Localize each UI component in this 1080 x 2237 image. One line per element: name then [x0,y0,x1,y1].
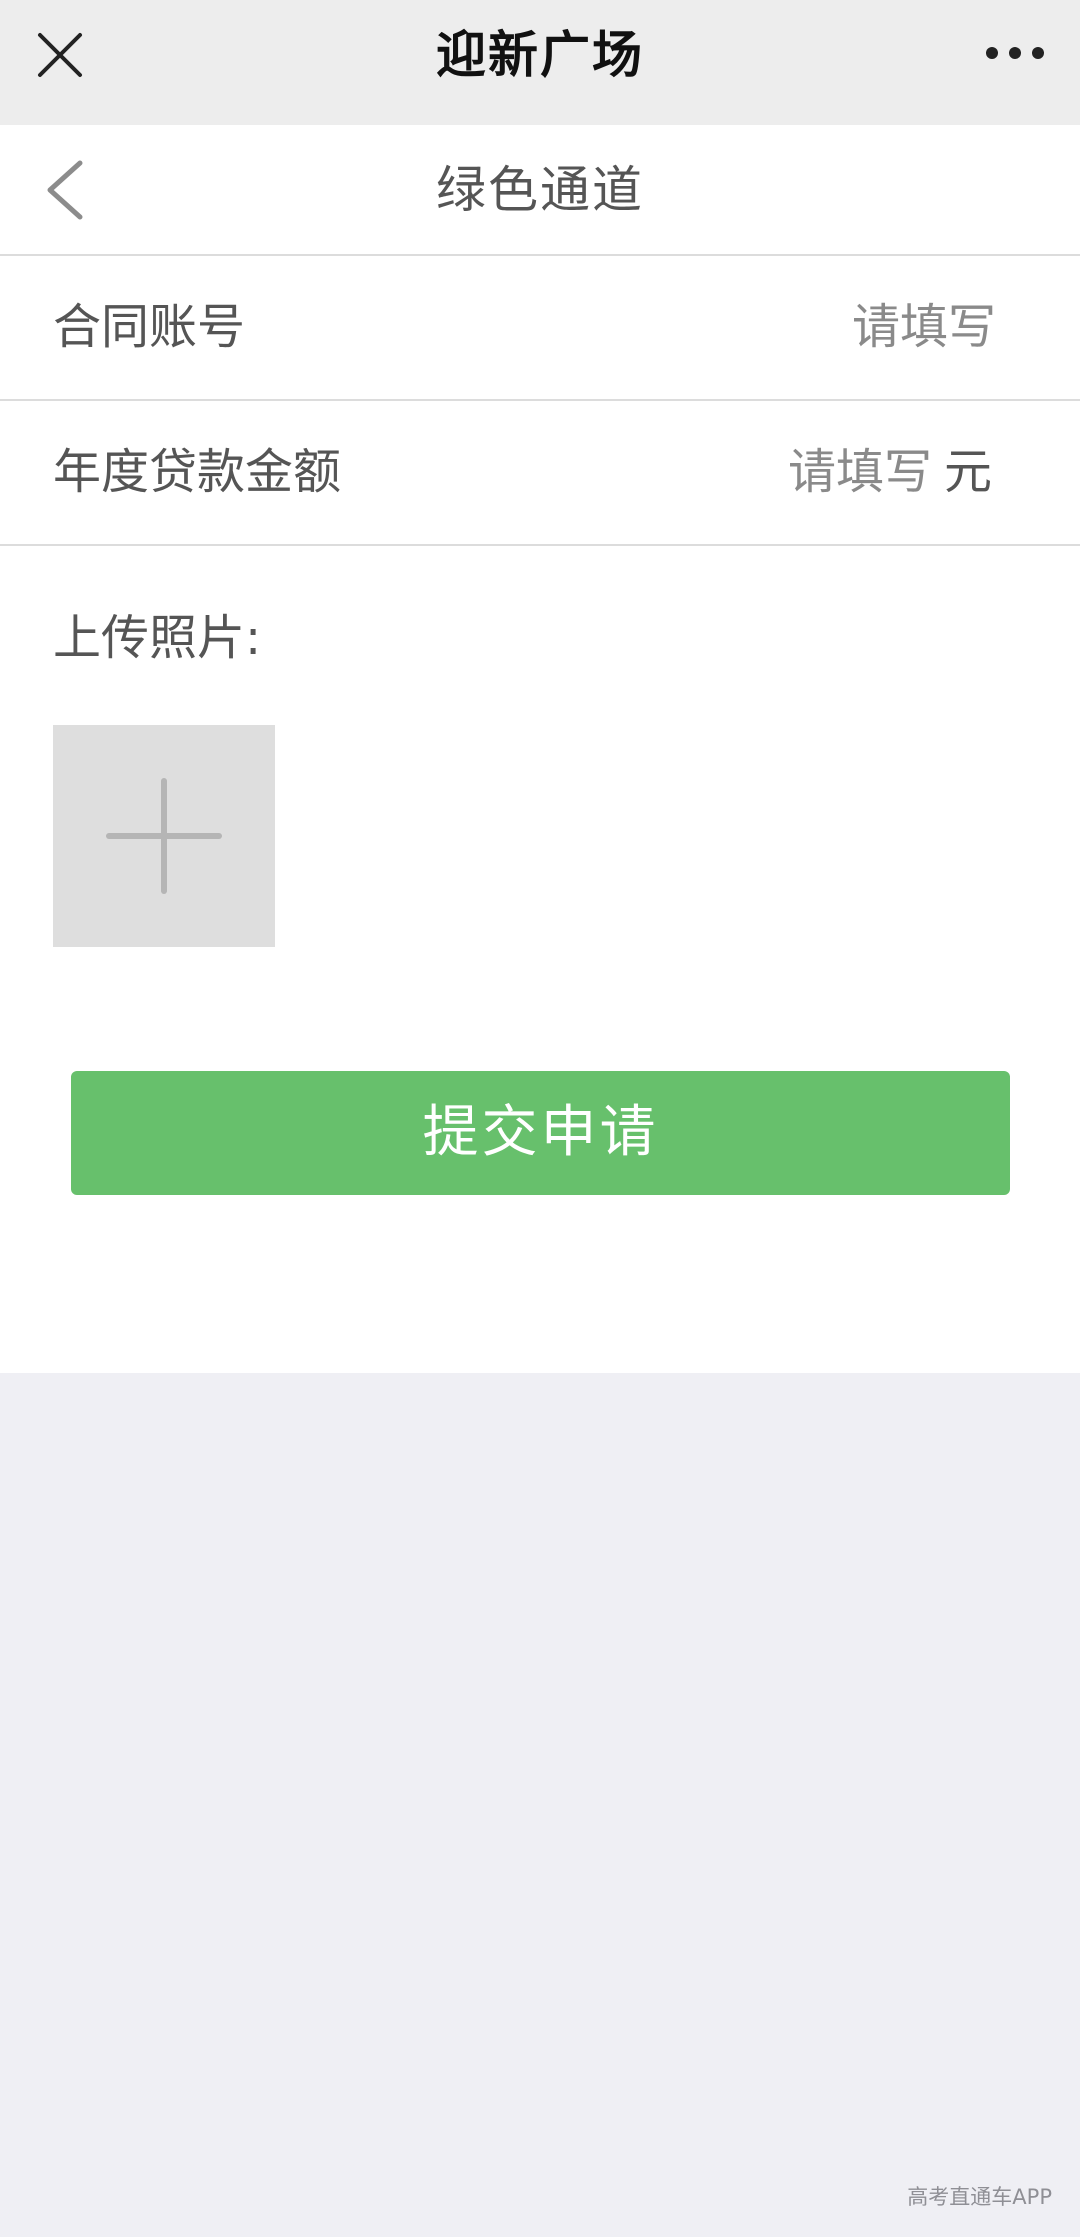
loan-amount-row: 年度贷款金额 元 [0,401,1080,546]
loan-amount-input[interactable] [612,437,932,507]
page-nav-bar: 绿色通道 [0,125,1080,256]
form-panel: 绿色通道 合同账号 年度贷款金额 元 上传照片: 提交申请 [0,125,1080,1373]
loan-amount-label: 年度贷款金额 [53,444,342,500]
more-dots-icon [986,47,1044,59]
plus-icon [106,778,222,894]
contract-account-row: 合同账号 [0,256,1080,401]
more-button[interactable] [980,28,1050,78]
page-title: 绿色通道 [436,161,644,219]
app-title: 迎新广场 [436,26,644,84]
upload-photo-label: 上传照片: [53,610,262,666]
mini-program-header: 迎新广场 [0,0,1080,125]
watermark: 高考直通车APP [907,2185,1052,2209]
submit-application-button[interactable]: 提交申请 [71,1071,1010,1195]
currency-unit: 元 [943,444,992,500]
contract-account-input[interactable] [676,292,996,362]
contract-account-label: 合同账号 [53,299,246,355]
add-photo-button[interactable] [53,725,275,947]
